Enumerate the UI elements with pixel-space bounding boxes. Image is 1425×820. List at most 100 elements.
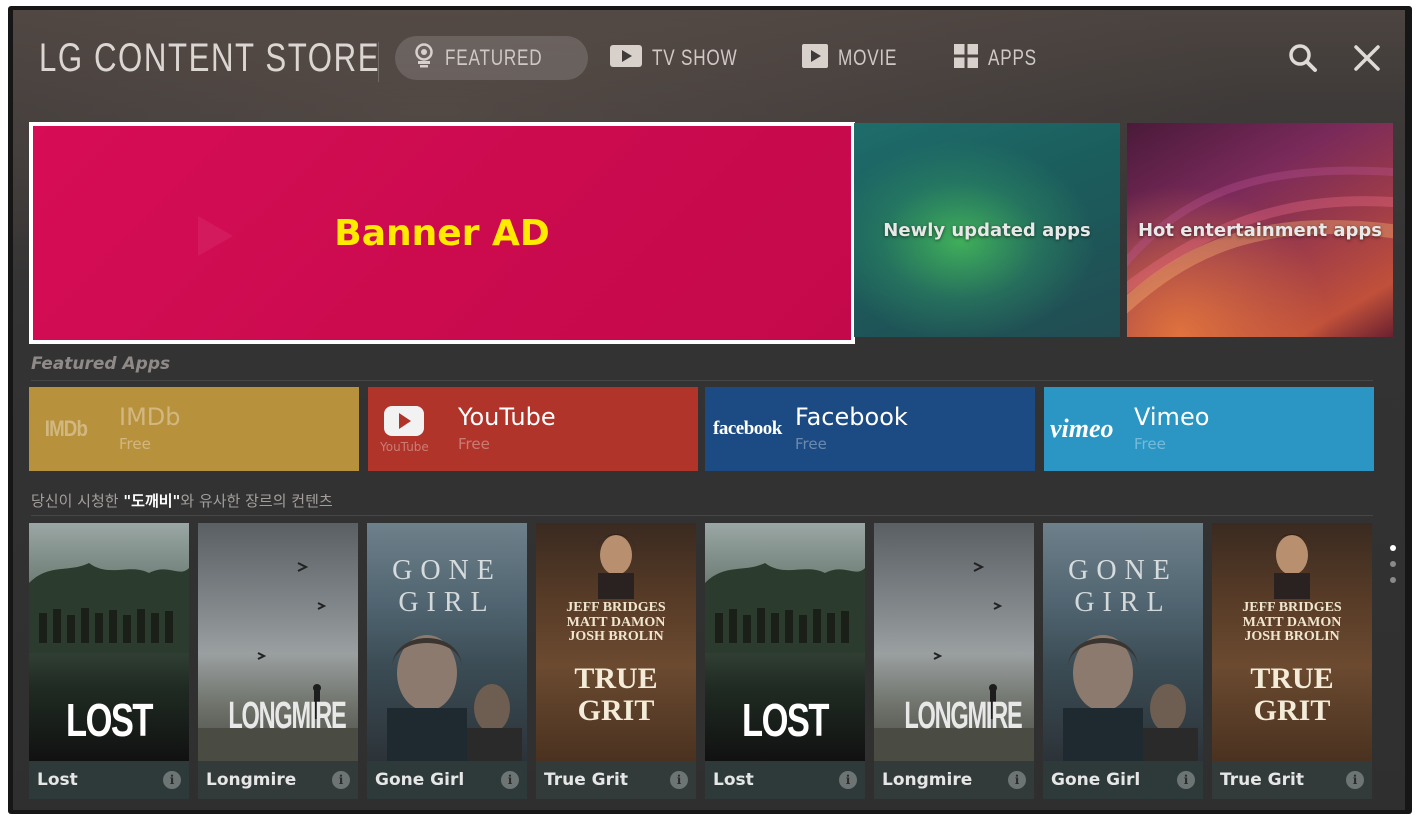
app-price: Free <box>795 435 827 453</box>
app-tile-youtube[interactable]: YouTube YouTube Free <box>368 387 698 471</box>
imdb-logo: IMDb <box>41 387 91 471</box>
banner-newly-updated-apps-label: Newly updated apps <box>883 219 1091 241</box>
info-icon[interactable]: i <box>670 771 688 789</box>
poster-caption-bar: True Grit i <box>536 761 696 799</box>
recommendations-heading: 당신이 시청한 "도깨비"와 유사한 장르의 컨텐츠 <box>31 490 333 511</box>
app-tile-imdb[interactable]: IMDb IMDb Free <box>29 387 359 471</box>
poster-lost-jungle-art <box>29 563 189 653</box>
featured-apps-heading: Featured Apps <box>31 354 171 374</box>
poster-cast-name: JEFF BRIDGES <box>1242 600 1342 615</box>
poster-title: True Grit <box>1220 770 1304 790</box>
poster-card[interactable]: JEFF BRIDGES MATT DAMON JOSH BROLIN TRUE… <box>536 523 696 799</box>
poster-card[interactable]: LOST Lost i <box>705 523 865 799</box>
poster-card[interactable]: GONE GIRL Gone Girl i <box>1043 523 1203 799</box>
poster-card[interactable]: JEFF BRIDGES MATT DAMON JOSH BROLIN TRUE… <box>1212 523 1372 799</box>
info-icon[interactable]: i <box>501 771 519 789</box>
poster-art-gone-girl: GONE GIRL <box>1043 523 1203 761</box>
featured-apps-divider <box>31 380 1373 381</box>
imdb-logo-text: IMDb <box>44 416 88 441</box>
banner-ad[interactable]: Banner AD <box>29 122 855 344</box>
poster-title: Longmire <box>882 770 973 790</box>
tab-movie-label: MOVIE <box>837 45 897 70</box>
scroll-dot <box>1390 577 1396 583</box>
row-scroll-indicator[interactable] <box>1389 545 1397 595</box>
category-tabs: FEATURED TV SHOW MOVIE APPS <box>395 36 1072 80</box>
app-name: Facebook <box>795 403 908 431</box>
vimeo-logo-text: vimeo <box>1050 414 1114 443</box>
movie-play-icon <box>801 44 828 72</box>
poster-card[interactable]: LOST Lost i <box>29 523 189 799</box>
tab-movie[interactable]: MOVIE <box>784 36 932 80</box>
close-icon[interactable] <box>1349 40 1385 76</box>
poster-card[interactable]: GONE GIRL Gone Girl i <box>367 523 527 799</box>
poster-art-longmire: LONGMIRE <box>198 523 358 761</box>
poster-cast-name: MATT DAMON <box>1242 614 1342 630</box>
poster-art-true-grit: JEFF BRIDGES MATT DAMON JOSH BROLIN TRUE… <box>536 523 696 761</box>
poster-gone-girl-faces-art <box>387 635 522 761</box>
store-title: LG CONTENT STORE <box>39 36 381 80</box>
tab-tv-show[interactable]: TV SHOW <box>592 36 780 80</box>
poster-caption-bar: Gone Girl i <box>1043 761 1203 799</box>
recommendations-heading-suffix: 와 유사한 장르의 컨텐츠 <box>180 492 333 510</box>
poster-art-lost: LOST <box>705 523 865 761</box>
poster-caption-bar: Lost i <box>705 761 865 799</box>
app-tile-facebook[interactable]: facebook Facebook Free <box>705 387 1035 471</box>
poster-cast-name: JEFF BRIDGES <box>566 600 666 615</box>
poster-caption-bar: Longmire i <box>874 761 1034 799</box>
poster-title: Gone Girl <box>1051 770 1141 790</box>
info-icon[interactable]: i <box>1346 771 1364 789</box>
poster-card[interactable]: LONGMIRE Longmire i <box>198 523 358 799</box>
tab-apps-label: APPS <box>987 45 1037 70</box>
poster-title-art: LONGMIRE <box>228 695 346 737</box>
poster-title: Longmire <box>206 770 297 790</box>
recommendations-divider <box>31 515 1373 516</box>
poster-cast-list: JEFF BRIDGES MATT DAMON JOSH BROLIN <box>536 600 696 645</box>
poster-title-art: TRUE GRIT <box>574 662 658 727</box>
poster-title-art: GONE GIRL <box>392 555 502 618</box>
info-icon[interactable]: i <box>163 771 181 789</box>
poster-cast-name: JOSH BROLIN <box>1244 629 1340 645</box>
tab-featured[interactable]: FEATURED <box>395 36 588 80</box>
poster-cast-name: MATT DAMON <box>566 614 666 630</box>
content-store-screen: LG CONTENT STORE FEATURED TV SHOW MOVIE … <box>13 10 1405 810</box>
poster-caption-bar: Gone Girl i <box>367 761 527 799</box>
info-icon[interactable]: i <box>1177 771 1195 789</box>
poster-title-art: TRUE GRIT <box>1250 662 1334 727</box>
app-name: IMDb <box>119 403 181 431</box>
poster-card[interactable]: LONGMIRE Longmire i <box>874 523 1034 799</box>
youtube-logo-caption: YouTube <box>380 440 429 454</box>
poster-art-gone-girl: GONE GIRL <box>367 523 527 761</box>
banner-hot-entertainment-apps[interactable]: Hot entertainment apps <box>1127 123 1393 337</box>
banner-ad-label: Banner AD <box>334 212 550 254</box>
poster-art-longmire: LONGMIRE <box>874 523 1034 761</box>
facebook-logo: facebook <box>713 387 782 471</box>
poster-title: Lost <box>713 770 754 790</box>
poster-title-art: LOST <box>65 694 154 746</box>
info-icon[interactable]: i <box>332 771 350 789</box>
info-icon[interactable]: i <box>1008 771 1026 789</box>
app-name: YouTube <box>458 403 556 431</box>
app-tile-vimeo[interactable]: vimeo Vimeo Free <box>1044 387 1374 471</box>
recommendations-heading-prefix: 당신이 시청한 <box>31 492 124 510</box>
featured-badge-icon <box>413 43 435 73</box>
poster-art-true-grit: JEFF BRIDGES MATT DAMON JOSH BROLIN TRUE… <box>1212 523 1372 761</box>
facebook-logo-text: facebook <box>713 418 782 439</box>
poster-lost-jungle-art <box>705 563 865 653</box>
tab-tv-show-label: TV SHOW <box>651 45 738 70</box>
poster-title-art: GONE GIRL <box>1068 555 1178 618</box>
app-name: Vimeo <box>1134 403 1210 431</box>
poster-cast-list: JEFF BRIDGES MATT DAMON JOSH BROLIN <box>1212 600 1372 645</box>
banner-hot-entertainment-apps-label: Hot entertainment apps <box>1137 219 1383 241</box>
youtube-play-icon <box>384 406 425 436</box>
poster-cast-name: JOSH BROLIN <box>568 629 664 645</box>
poster-art-lost: LOST <box>29 523 189 761</box>
banner-newly-updated-apps[interactable]: Newly updated apps <box>854 123 1120 337</box>
poster-title: True Grit <box>544 770 628 790</box>
app-price: Free <box>1134 435 1166 453</box>
top-header: LG CONTENT STORE FEATURED TV SHOW MOVIE … <box>13 10 1405 106</box>
tab-featured-label: FEATURED <box>445 45 543 70</box>
info-icon[interactable]: i <box>839 771 857 789</box>
search-icon[interactable] <box>1285 40 1321 76</box>
app-price: Free <box>458 435 490 453</box>
tab-apps[interactable]: APPS <box>936 36 1069 80</box>
